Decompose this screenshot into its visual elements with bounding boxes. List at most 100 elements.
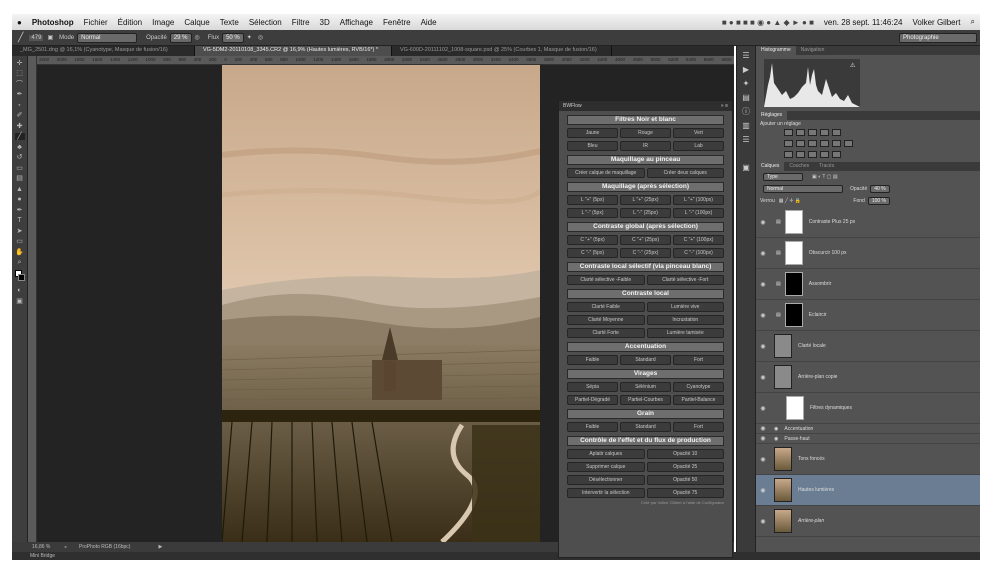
bwflow-button[interactable]: Clarté Moyenne	[567, 315, 645, 325]
tab-couches[interactable]: Couches	[784, 162, 814, 171]
vibrance-icon[interactable]	[832, 129, 841, 136]
menu-fichier[interactable]: Fichier	[79, 18, 113, 27]
tab-5dm2[interactable]: VG-5DM2-20110108_3345.CR2 @ 16,9% (Haute…	[195, 46, 392, 56]
layer-thumbnail[interactable]	[774, 478, 792, 502]
extension-panel-icon[interactable]: ▣	[741, 164, 751, 172]
brush-tool-icon[interactable]: ╱	[18, 32, 23, 43]
levels-icon[interactable]	[796, 129, 805, 136]
blur-tool-icon[interactable]: ▲	[15, 186, 25, 193]
bwflow-button[interactable]: Lumière tamisée	[646, 328, 724, 338]
bwflow-button[interactable]: L "+" (25px)	[620, 195, 671, 205]
status-icons[interactable]: ■ ● ■ ■ ■ ◉ ● ▲ ◆ ► ● ■	[717, 18, 819, 27]
info-panel-icon[interactable]: ⓘ	[741, 108, 751, 116]
bwflow-button[interactable]: Opacité 10	[646, 449, 724, 459]
bwflow-button[interactable]: Faible	[567, 422, 618, 432]
brush-panel-icon[interactable]: ▣	[47, 34, 53, 41]
bwflow-button[interactable]: Aplatir calques	[567, 449, 645, 459]
bwflow-button[interactable]: C "-" (100px)	[673, 248, 724, 258]
status-menu-icon[interactable]: ◒	[64, 544, 67, 550]
quick-mask-icon[interactable]: ◐	[15, 287, 25, 294]
filter-visibility-icon[interactable]: ◉	[774, 436, 778, 442]
photo-filter-icon[interactable]	[820, 140, 829, 147]
mode-select[interactable]: Normal	[77, 32, 138, 43]
gradient-tool-icon[interactable]: ▤	[15, 175, 25, 182]
healing-brush-tool-icon[interactable]: ✚	[15, 123, 25, 130]
layer-row[interactable]: ◉ ▤ Assombrir	[756, 269, 980, 300]
visibility-eye-icon[interactable]: ◉	[756, 312, 770, 319]
bwflow-button[interactable]: C "+" (100px)	[673, 235, 724, 245]
layer-name[interactable]: Eclaircir	[809, 312, 827, 318]
screen-mode-icon[interactable]: ▣	[15, 298, 25, 305]
color-balance-icon[interactable]	[796, 140, 805, 147]
bwflow-button[interactable]: Standard	[620, 355, 671, 365]
visibility-eye-icon[interactable]: ◉	[756, 343, 770, 350]
tab-600d[interactable]: VG-600D-20111102_1008-square.psd @ 25% (…	[392, 46, 612, 56]
actions-panel-icon[interactable]: ▶	[741, 66, 751, 74]
visibility-eye-icon[interactable]: ◉	[756, 435, 770, 442]
spotlight-icon[interactable]: ⌕	[966, 17, 980, 27]
menu-calque[interactable]: Calque	[179, 18, 214, 27]
bwflow-button[interactable]: Fort	[673, 355, 724, 365]
bwflow-button[interactable]: Partiel-Courbes	[620, 395, 671, 405]
properties-icon[interactable]: ▤	[741, 94, 751, 102]
bwflow-button[interactable]: C "-" (25px)	[620, 248, 671, 258]
visibility-eye-icon[interactable]: ◉	[756, 518, 770, 525]
bwflow-title-bar[interactable]: BWFlow » ≡	[559, 101, 732, 111]
layer-filter-select[interactable]: Type	[763, 173, 803, 181]
visibility-eye-icon[interactable]: ◉	[756, 281, 770, 288]
layer-name[interactable]: Tons foncés	[798, 456, 825, 462]
airbrush-icon[interactable]: ✦	[247, 34, 252, 41]
layer-opacity-field[interactable]: 40 %	[870, 185, 890, 193]
filter-visibility-icon[interactable]: ◉	[774, 426, 778, 432]
tab-calques[interactable]: Calques	[756, 162, 785, 171]
quick-selection-tool-icon[interactable]: ✒	[15, 91, 25, 98]
tab-navigation[interactable]: Navigation	[796, 46, 830, 55]
paragraph-panel-icon[interactable]: ☰	[741, 136, 751, 144]
posterize-icon[interactable]	[796, 151, 805, 158]
visibility-eye-icon[interactable]: ◉	[756, 405, 770, 412]
clock[interactable]: ven. 28 sept. 11:46:24	[819, 18, 908, 27]
layer-name[interactable]: Filtres dynamiques	[810, 405, 852, 411]
brush-tool-icon[interactable]: ╱	[14, 133, 25, 140]
history-brush-tool-icon[interactable]: ↺	[15, 154, 25, 161]
pressure-opacity-icon[interactable]: ◎	[195, 34, 200, 41]
bwflow-button[interactable]: C "+" (25px)	[620, 235, 671, 245]
visibility-eye-icon[interactable]: ◉	[756, 219, 770, 226]
layer-thumbnail[interactable]	[774, 334, 792, 358]
visibility-eye-icon[interactable]: ◉	[756, 374, 770, 381]
bwflow-button[interactable]: Désélectionner	[567, 475, 645, 485]
marquee-tool-icon[interactable]: ⬚	[15, 70, 25, 77]
panel-collapse-icon[interactable]: » ≡	[721, 101, 728, 111]
crop-tool-icon[interactable]: ⬞	[15, 102, 25, 109]
character-panel-icon[interactable]: ▥	[741, 122, 751, 130]
visibility-eye-icon[interactable]: ◉	[756, 425, 770, 432]
brightness-icon[interactable]	[784, 129, 793, 136]
layer-filter-icons[interactable]: ▣ ◐ T ▢ ▤	[812, 174, 838, 180]
layer-row[interactable]: ◉ Tons foncés	[756, 444, 980, 475]
bwflow-button[interactable]: Faible	[567, 355, 618, 365]
menu-filtre[interactable]: Filtre	[287, 18, 315, 27]
status-arrow-icon[interactable]: ▶	[158, 544, 162, 550]
tab-mg2501[interactable]: _MG_2501.dng @ 16,1% (Cyanotype, Masque …	[12, 46, 195, 56]
layer-mask-thumbnail[interactable]	[784, 210, 803, 234]
layer-row[interactable]: ◉ Arrière-plan	[756, 506, 980, 537]
layer-row[interactable]: ◉ Clarté locale	[756, 331, 980, 362]
bw-icon[interactable]	[808, 140, 817, 147]
layer-row[interactable]: ◉ ◉ Passe-haut	[756, 434, 980, 444]
zoom-tool-icon[interactable]: ⌕	[15, 259, 25, 266]
hue-icon[interactable]	[784, 140, 793, 147]
lookup-icon[interactable]	[844, 140, 853, 147]
layer-name[interactable]: Arrière-plan	[798, 518, 824, 524]
layer-thumbnail[interactable]	[774, 509, 792, 533]
bwflow-button[interactable]: C "-" (5px)	[567, 248, 618, 258]
layer-mask-thumbnail[interactable]	[784, 272, 803, 296]
curves-icon[interactable]	[808, 129, 817, 136]
channel-mixer-icon[interactable]	[832, 140, 841, 147]
gradient-map-icon[interactable]	[820, 151, 829, 158]
bwflow-button[interactable]: Supprimer calque	[567, 462, 645, 472]
brush-size[interactable]: 479	[29, 34, 44, 41]
exposure-icon[interactable]	[820, 129, 829, 136]
bwflow-button[interactable]: L "-" (25px)	[620, 208, 671, 218]
workspace-select[interactable]: Photographie	[899, 32, 977, 43]
visibility-eye-icon[interactable]: ◉	[756, 456, 770, 463]
